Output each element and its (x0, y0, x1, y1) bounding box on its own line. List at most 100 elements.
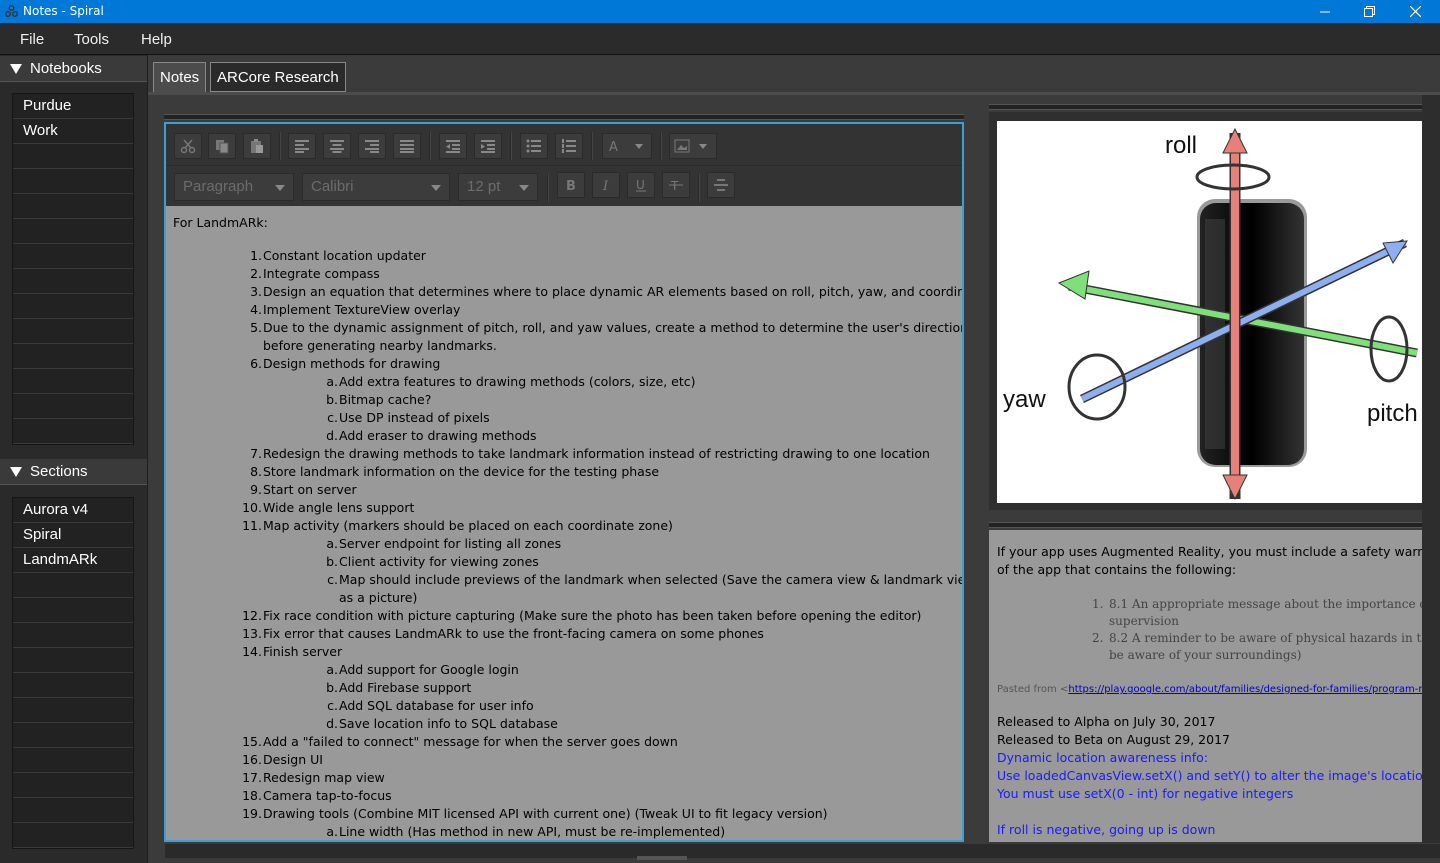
list-item: Due to the dynamic assignment of pitch, … (263, 320, 964, 335)
justify-button[interactable] (393, 133, 421, 159)
list-number: d. (326, 716, 338, 731)
toolbar-separator (429, 132, 431, 160)
list-item: Start on server (263, 482, 357, 497)
list-number: 14. (242, 644, 262, 659)
close-button[interactable] (1392, 0, 1438, 23)
svg-text:I: I (602, 179, 609, 192)
list-item: Design an equation that determines where… (263, 284, 964, 299)
list-number: 8. (250, 464, 262, 479)
notebook-item-purdue[interactable]: Purdue (13, 94, 133, 119)
paragraph-style-dropdown[interactable]: Paragraph (174, 173, 294, 201)
collapse-triangle-icon (10, 64, 22, 74)
svg-text:U: U (636, 178, 645, 192)
list-item: Redesign the drawing methods to take lan… (263, 446, 930, 461)
cut-button[interactable] (174, 133, 202, 159)
tab-notes[interactable]: Notes (153, 62, 207, 92)
align-center-button[interactable] (323, 133, 351, 159)
restore-button[interactable] (1346, 0, 1392, 23)
scrollbar-thumb[interactable] (637, 856, 687, 860)
font-family-dropdown[interactable]: Calibri (302, 173, 450, 201)
italic-icon: I (602, 179, 609, 192)
list-item: Fix race condition with picture capturin… (263, 608, 922, 623)
list-item (13, 244, 133, 269)
section-item-spiral[interactable]: Spiral (13, 523, 133, 548)
notebooks-header[interactable]: Notebooks (0, 56, 147, 82)
section-item-landmark[interactable]: LandmARk (13, 548, 133, 573)
pasted-from-prefix: Pasted from < (997, 684, 1069, 695)
list-item: Add extra features to drawing methods (c… (339, 374, 696, 389)
font-color-button[interactable]: A (602, 133, 652, 159)
sections-panel: Sections Aurora v4 Spiral LandmARk (0, 458, 147, 863)
align-left-button[interactable] (288, 133, 316, 159)
menu-file[interactable]: File (20, 31, 44, 48)
info-splitter[interactable] (989, 522, 1422, 528)
strikethrough-button[interactable]: T (662, 172, 690, 198)
list-item: Server endpoint for listing all zones (339, 536, 562, 551)
close-icon (1409, 6, 1421, 17)
sections-header[interactable]: Sections (0, 459, 147, 485)
paste-icon (251, 139, 263, 153)
sections-list: Aurora v4 Spiral LandmARk (12, 497, 134, 849)
list-number: 3. (250, 284, 262, 299)
italic-button[interactable]: I (592, 172, 620, 198)
image-splitter[interactable] (989, 104, 1422, 110)
list-item (13, 169, 133, 194)
horizontal-rule-button[interactable] (707, 172, 735, 198)
bullet-list-button[interactable] (520, 133, 548, 159)
spiral-app-icon (5, 5, 18, 17)
horizontal-scrollbar[interactable] (165, 844, 1440, 860)
pitch-label: pitch (1367, 400, 1418, 427)
copy-button[interactable] (208, 133, 236, 159)
list-item (13, 623, 133, 648)
right-scrollbar[interactable] (1422, 95, 1440, 843)
align-right-button[interactable] (358, 133, 386, 159)
editor-toolbar-bottom: Paragraph Calibri 12 pt B I U T (166, 166, 962, 206)
list-item: Drawing tools (Combine MIT licensed API … (263, 806, 828, 821)
list-item: Design methods for drawing (263, 356, 441, 371)
safety-warning-line2: of the app that contains the following: (997, 562, 1237, 577)
list-item: Bitmap cache? (339, 392, 432, 407)
section-item-aurora[interactable]: Aurora v4 (13, 498, 133, 523)
editor-splitter[interactable] (164, 114, 964, 120)
numbered-list-button[interactable] (555, 133, 583, 159)
list-item: 8.1 An appropriate message about the imp… (1109, 597, 1422, 611)
minimize-button[interactable] (1302, 0, 1348, 23)
pasted-from-link[interactable]: https://play.google.com/about/families/d… (1068, 684, 1422, 695)
bold-button[interactable]: B (557, 172, 585, 198)
notebook-item-work[interactable]: Work (13, 119, 133, 144)
insert-image-button[interactable] (669, 133, 717, 159)
editor-toolbar-top: A (166, 124, 962, 166)
list-item (13, 648, 133, 673)
list-number: b. (326, 392, 338, 407)
indent-button[interactable] (474, 133, 502, 159)
list-item: Line width (Has method in new API, must … (339, 824, 726, 839)
font-size-dropdown[interactable]: 12 pt (458, 173, 538, 201)
list-number: 17. (242, 770, 262, 785)
list-item: Fix error that causes LandmARk to use th… (263, 626, 764, 641)
list-number: a. (326, 662, 338, 677)
toolbar-separator (698, 174, 700, 202)
title-bar: Notes - Spiral (0, 0, 1440, 23)
menu-tools[interactable]: Tools (74, 31, 109, 48)
list-item (13, 269, 133, 294)
editor-body[interactable]: For LandmARk: 1. Constant location update… (166, 206, 964, 840)
phone-axes-diagram: roll yaw pitch (997, 121, 1422, 503)
info-panel[interactable]: If your app uses Augmented Reality, you … (989, 530, 1422, 842)
released-alpha: Released to Alpha on July 30, 2017 (997, 714, 1216, 729)
list-item: Store landmark information on the device… (263, 464, 660, 479)
minimize-icon (1320, 11, 1330, 12)
list-number: 1. (1092, 597, 1104, 611)
list-item: Design UI (263, 752, 323, 767)
list-number: 10. (242, 500, 262, 515)
chevron-down-icon (519, 185, 529, 191)
notebooks-list: Purdue Work (12, 93, 134, 445)
outdent-button[interactable] (439, 133, 467, 159)
menu-help[interactable]: Help (141, 31, 172, 48)
list-item: Add SQL database for user info (339, 698, 534, 713)
paste-button[interactable] (243, 133, 271, 159)
roll-arrowhead-bottom (1222, 474, 1248, 501)
note-editor[interactable]: A Paragraph Calibri 12 pt B I U T (164, 122, 964, 842)
toolbar-separator (547, 174, 549, 202)
underline-button[interactable]: U (627, 172, 655, 198)
tab-arcore-research[interactable]: ARCore Research (210, 62, 346, 92)
